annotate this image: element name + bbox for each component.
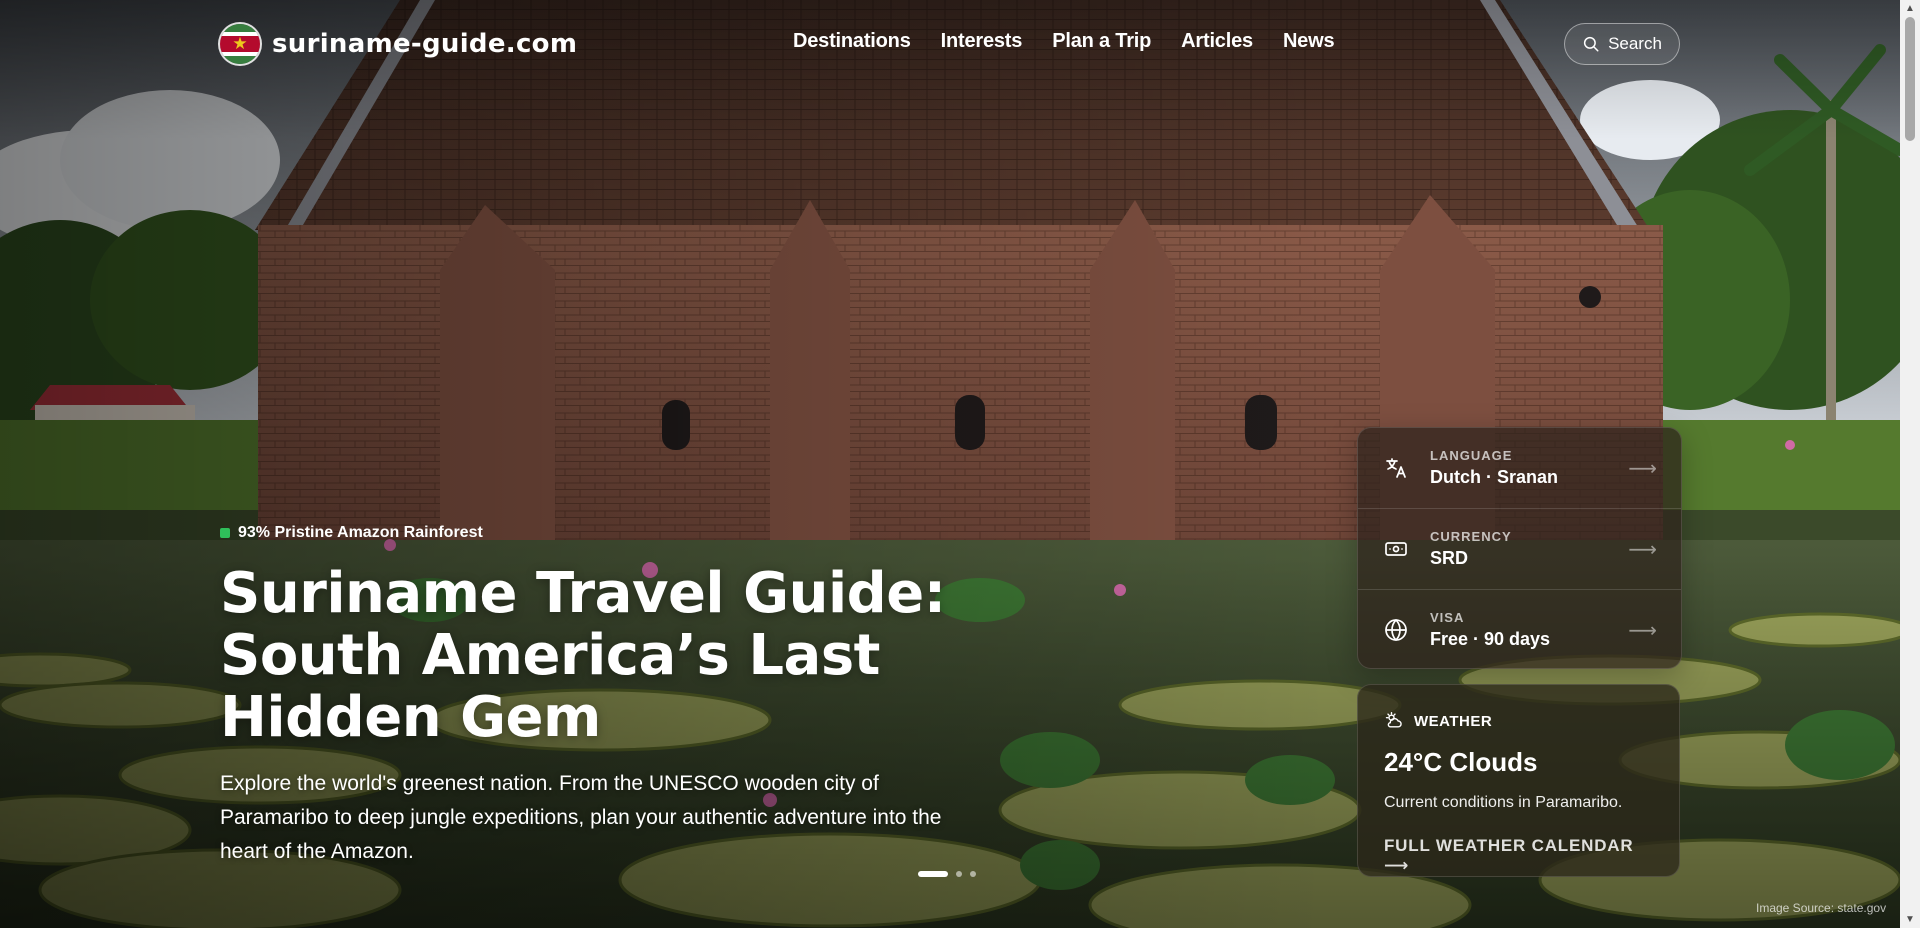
- fact-value: Dutch · Sranan: [1430, 467, 1559, 487]
- hero-description: Explore the world's greenest nation. Fro…: [220, 772, 942, 863]
- arrow-right-icon: ⟶: [1628, 539, 1657, 561]
- weather-subtitle: Current conditions in Paramaribo.: [1384, 794, 1623, 811]
- banknote-icon: [1383, 536, 1409, 562]
- translate-icon: [1383, 455, 1409, 481]
- scroll-thumb[interactable]: [1905, 17, 1915, 141]
- partly-cloudy-icon: [1385, 711, 1402, 728]
- arrow-right-icon: ⟶: [1628, 458, 1657, 480]
- suriname-flag-icon: ★: [220, 24, 260, 64]
- fact-language[interactable]: LANGUAGE Dutch · Sranan ⟶: [1358, 428, 1681, 509]
- hero-badge: 93% Pristine Amazon Rainforest: [220, 524, 483, 542]
- search-label: Search: [1608, 34, 1662, 53]
- flag-star: ★: [232, 34, 248, 53]
- slide-dot-2[interactable]: [956, 871, 962, 877]
- fact-value: SRD: [1430, 548, 1469, 568]
- fact-value: Free · 90 days: [1430, 629, 1551, 649]
- site-name: suriname-guide.com: [272, 29, 578, 59]
- nav-interests[interactable]: Interests: [941, 30, 1023, 53]
- fact-label: CURRENCY: [1430, 529, 1512, 544]
- fact-label: LANGUAGE: [1430, 448, 1513, 463]
- page-scrollbar[interactable]: ▲ ▼: [1900, 0, 1920, 928]
- nav-destinations[interactable]: Destinations: [793, 30, 911, 53]
- arrow-right-icon: ⟶: [1628, 620, 1657, 642]
- image-credit: Image Source: state.gov: [1756, 901, 1887, 915]
- fact-visa[interactable]: VISA Free · 90 days ⟶: [1358, 590, 1681, 668]
- fact-label: VISA: [1430, 610, 1465, 625]
- nav-articles[interactable]: Articles: [1181, 30, 1253, 53]
- slide-dot-3[interactable]: [970, 871, 976, 877]
- scroll-down-icon[interactable]: ▼: [1900, 911, 1920, 928]
- slide-indicators: [918, 871, 976, 877]
- scroll-up-icon[interactable]: ▲: [1900, 0, 1920, 17]
- fact-currency[interactable]: CURRENCY SRD ⟶: [1358, 509, 1681, 590]
- weather-current: 24°C Clouds: [1384, 747, 1538, 777]
- search-button[interactable]: Search: [1564, 23, 1680, 65]
- weather-heading: WEATHER: [1384, 711, 1653, 731]
- nav-news[interactable]: News: [1283, 30, 1335, 53]
- globe-icon: [1383, 617, 1409, 643]
- search-icon: [1583, 36, 1599, 52]
- weather-heading-text: WEATHER: [1414, 712, 1493, 730]
- quick-facts-card: LANGUAGE Dutch · Sranan ⟶ CURRENCY SRD ⟶…: [1357, 427, 1682, 669]
- badge-dot: [220, 528, 230, 538]
- site-logo[interactable]: ★ suriname-guide.com: [220, 24, 577, 64]
- site-header: ★ suriname-guide.com Destinations Intere…: [0, 0, 1900, 90]
- weather-card: WEATHER 24°C Clouds Current conditions i…: [1357, 684, 1680, 877]
- hero-badge-text: 93% Pristine Amazon Rainforest: [238, 524, 483, 541]
- weather-calendar-link[interactable]: FULL WEATHER CALENDAR ⟶: [1384, 836, 1653, 876]
- main-nav: Destinations Interests Plan a Trip Artic…: [793, 30, 1335, 53]
- hero-title: Suriname Travel Guide: South America’s L…: [220, 561, 946, 750]
- slide-dot-1[interactable]: [918, 871, 948, 877]
- nav-plan-a-trip[interactable]: Plan a Trip: [1052, 30, 1151, 53]
